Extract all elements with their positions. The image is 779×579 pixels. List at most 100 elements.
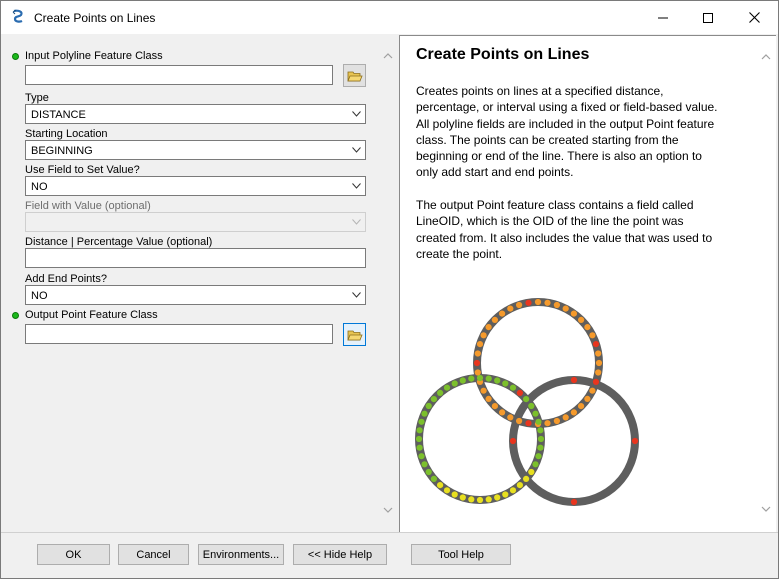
field-with-value-select	[25, 212, 366, 232]
line-point	[491, 316, 498, 323]
line-point	[631, 437, 639, 445]
line-point	[562, 414, 569, 421]
maximize-button[interactable]	[685, 1, 731, 34]
help-scrollbar[interactable]	[757, 36, 775, 531]
environments-button[interactable]: Environments...	[198, 544, 284, 565]
line-point	[473, 359, 481, 367]
line-point	[570, 409, 577, 416]
line-point	[443, 487, 451, 494]
line-point	[523, 475, 530, 482]
hide-help-button[interactable]: << Hide Help	[293, 544, 387, 565]
line-point	[451, 380, 458, 387]
help-line: LineOID, which is the OID of the line th…	[416, 214, 684, 229]
line-point	[578, 316, 585, 323]
line-point	[595, 350, 602, 357]
chevron-up-icon[interactable]	[383, 51, 393, 61]
line-point	[509, 384, 517, 391]
maximize-icon	[703, 12, 713, 23]
tool-icon	[12, 9, 23, 23]
help-line: Creates points on lines at a specified d…	[416, 84, 664, 98]
add-end-points-select[interactable]: NO	[25, 285, 366, 305]
line-point	[553, 417, 560, 425]
help-output-description: The output Point feature class contains …	[416, 197, 756, 262]
line-point	[528, 402, 535, 410]
line-point	[532, 410, 539, 417]
distance-value-label: Distance | Percentage Value (optional)	[25, 236, 213, 248]
line-point	[494, 377, 501, 384]
use-field-select[interactable]: NO	[25, 176, 366, 196]
line-point	[595, 359, 603, 367]
input-features-field[interactable]	[25, 65, 333, 85]
starting-location-select[interactable]: BEGINNING	[25, 140, 366, 160]
chevron-down-icon	[352, 292, 361, 298]
tool-help-button[interactable]: Tool Help	[411, 544, 511, 565]
line-point	[516, 389, 523, 396]
line-point	[437, 389, 444, 396]
line-point	[485, 496, 492, 503]
points-on-lines-illustration	[415, 298, 639, 506]
line-point	[535, 418, 542, 425]
ring-line	[509, 376, 639, 506]
line-point	[485, 375, 492, 382]
chevron-down-icon[interactable]	[383, 505, 393, 515]
add-end-points-value: NO	[31, 290, 48, 302]
line-point	[537, 444, 544, 451]
chevron-down-icon	[352, 147, 361, 153]
browse-output-button[interactable]	[343, 323, 366, 346]
use-field-value: NO	[31, 181, 48, 193]
required-indicator	[12, 312, 19, 319]
chevron-down-icon	[352, 111, 361, 117]
line-point	[437, 482, 444, 489]
window-title: Create Points on Lines	[34, 11, 156, 25]
output-features-field[interactable]	[25, 324, 333, 344]
button-bar: OK Cancel Environments... << Hide Help T…	[1, 532, 778, 578]
line-point	[459, 494, 466, 501]
line-point	[468, 496, 475, 503]
line-point	[421, 461, 428, 468]
chevron-up-icon[interactable]	[761, 52, 771, 62]
browse-input-button[interactable]	[343, 64, 366, 87]
line-point	[516, 482, 523, 489]
line-point	[476, 496, 484, 504]
line-point	[544, 420, 551, 427]
line-point	[570, 498, 578, 506]
cancel-button[interactable]: Cancel	[118, 544, 189, 565]
line-point	[491, 403, 498, 410]
open-folder-icon	[346, 71, 363, 81]
distance-value-field[interactable]	[25, 248, 366, 268]
field-with-value-label: Field with Value (optional)	[25, 200, 151, 212]
parameters-scrollbar[interactable]	[379, 35, 397, 532]
line-point	[474, 369, 481, 376]
chevron-down-icon	[352, 183, 361, 189]
line-point	[525, 420, 532, 427]
line-point	[485, 324, 492, 331]
minimize-button[interactable]	[640, 1, 686, 34]
line-point	[584, 324, 591, 331]
line-point	[485, 395, 492, 402]
line-point	[595, 369, 602, 376]
type-select[interactable]: DISTANCE	[25, 104, 366, 124]
line-point	[459, 377, 466, 384]
input-features-label: Input Polyline Feature Class	[25, 50, 163, 62]
close-button[interactable]	[731, 1, 777, 34]
help-line: create the point.	[416, 246, 503, 261]
type-label: Type	[25, 92, 49, 104]
output-features-label: Output Point Feature Class	[25, 309, 158, 321]
line-point	[544, 299, 551, 306]
open-folder-icon	[346, 330, 363, 340]
help-line: All polyline fields are included in the …	[416, 116, 715, 131]
ring-line	[415, 374, 545, 504]
line-point	[443, 384, 451, 391]
line-point	[570, 376, 578, 384]
line-point	[537, 435, 545, 443]
line-point	[468, 375, 475, 382]
help-line: class. The points can be created startin…	[416, 132, 679, 147]
line-point	[499, 310, 506, 317]
line-point	[502, 380, 509, 387]
line-point	[509, 487, 517, 494]
use-field-label: Use Field to Set Value?	[25, 164, 140, 176]
line-point	[430, 475, 437, 482]
line-point	[415, 435, 423, 443]
ok-button[interactable]: OK	[37, 544, 110, 565]
chevron-down-icon[interactable]	[761, 504, 771, 514]
